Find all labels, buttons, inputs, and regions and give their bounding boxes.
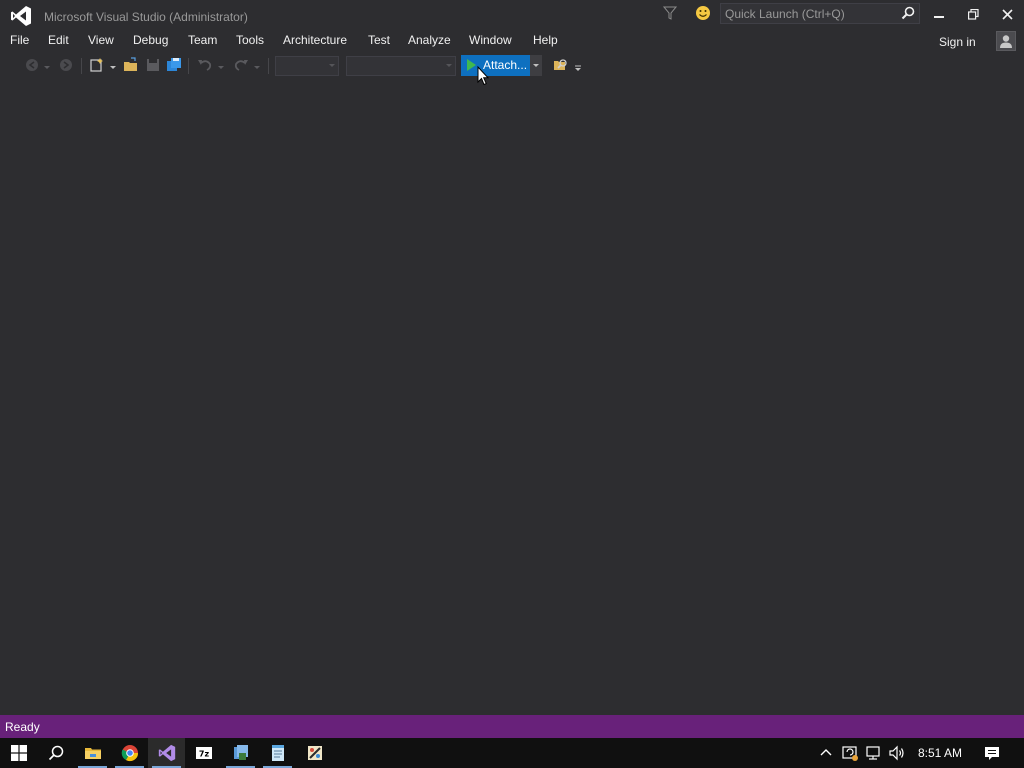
menu-help[interactable]: Help (533, 33, 558, 47)
menu-bar: File Edit View Debug Team Tools Architec… (0, 30, 1024, 52)
toolbar-separator (188, 58, 189, 74)
chrome-icon (121, 745, 138, 762)
visual-studio-logo-icon (11, 6, 31, 26)
start-play-icon (467, 59, 476, 71)
notifications-filter-icon[interactable] (663, 5, 677, 21)
paint-tool-icon (307, 746, 322, 760)
menu-team[interactable]: Team (188, 33, 217, 47)
taskbar-notepad[interactable] (259, 738, 296, 768)
title-bar: Microsoft Visual Studio (Administrator) (0, 0, 1024, 30)
account-avatar-icon (1000, 35, 1012, 48)
navigate-forward-icon[interactable] (58, 57, 74, 73)
taskbar-app-installer[interactable] (222, 738, 259, 768)
7zip-icon: 7z (195, 747, 212, 759)
sign-in-link[interactable]: Sign in (939, 35, 976, 49)
file-explorer-icon (84, 748, 101, 759)
attach-debugger-button[interactable]: Attach... (461, 55, 530, 76)
taskbar-file-explorer[interactable] (74, 738, 111, 768)
windows-taskbar: 7z 8:51 AM (0, 738, 1024, 768)
restore-icon (967, 8, 979, 20)
volume-icon[interactable] (888, 744, 906, 762)
start-button[interactable] (0, 738, 37, 768)
chevron-down-icon (533, 64, 539, 67)
new-project-icon[interactable] (89, 57, 105, 73)
chevron-down-icon (329, 64, 335, 67)
account-button[interactable] (996, 31, 1016, 51)
redo-icon[interactable] (233, 57, 249, 73)
save-all-icon[interactable] (166, 57, 182, 73)
search-icon[interactable] (901, 6, 915, 20)
back-dropdown-chevron-icon[interactable] (42, 57, 52, 73)
redo-dropdown-chevron-icon[interactable] (252, 57, 262, 73)
menu-edit[interactable]: Edit (48, 33, 69, 47)
action-center-icon[interactable] (983, 744, 1001, 762)
open-file-icon[interactable] (123, 57, 139, 73)
status-text: Ready (5, 720, 40, 734)
minimize-icon (934, 16, 944, 18)
taskbar-7zip[interactable]: 7z (185, 738, 222, 768)
menu-analyze[interactable]: Analyze (408, 33, 451, 47)
taskbar-search-button[interactable] (37, 738, 74, 768)
search-icon (48, 745, 63, 761)
undo-icon[interactable] (197, 57, 213, 73)
windows-logo-icon (10, 745, 27, 761)
navigate-back-icon[interactable] (24, 57, 40, 73)
menu-window[interactable]: Window (469, 33, 512, 47)
solution-platforms-combo[interactable] (346, 56, 456, 76)
close-button[interactable] (990, 0, 1024, 28)
find-in-files-icon[interactable] (553, 57, 569, 73)
show-hidden-icons-chevron-icon[interactable] (817, 744, 835, 762)
new-project-dropdown-chevron-icon[interactable] (108, 57, 118, 73)
notepad-icon (271, 745, 284, 761)
status-bar: Ready (0, 715, 1024, 738)
menu-view[interactable]: View (88, 33, 114, 47)
menu-tools[interactable]: Tools (236, 33, 264, 47)
menu-file[interactable]: File (10, 33, 29, 47)
visual-studio-icon (158, 744, 175, 762)
attach-button-label: Attach... (483, 58, 528, 72)
solution-configurations-combo[interactable] (275, 56, 339, 76)
menu-test[interactable]: Test (368, 33, 390, 47)
taskbar-visual-studio[interactable] (148, 738, 185, 768)
close-icon (1001, 8, 1013, 20)
menu-architecture[interactable]: Architecture (283, 33, 347, 47)
attach-dropdown-button[interactable] (530, 55, 542, 76)
windows-update-icon[interactable] (841, 744, 859, 762)
svg-text:7z: 7z (198, 750, 209, 759)
installer-package-icon (233, 745, 248, 760)
network-icon[interactable] (865, 744, 883, 762)
toolbar-separator (268, 58, 269, 74)
taskbar-paint-tool[interactable] (296, 738, 333, 768)
feedback-smiley-icon[interactable] (695, 5, 711, 21)
minimize-button[interactable] (922, 0, 956, 28)
toolbar-separator (81, 58, 82, 74)
save-icon[interactable] (145, 57, 161, 73)
window-title: Microsoft Visual Studio (Administrator) (44, 10, 248, 24)
quick-launch-input[interactable] (725, 5, 897, 22)
undo-dropdown-chevron-icon[interactable] (216, 57, 226, 73)
chevron-down-icon (446, 64, 452, 67)
toolbar-overflow-icon[interactable] (573, 57, 583, 73)
menu-debug[interactable]: Debug (133, 33, 168, 47)
quick-launch-box[interactable] (720, 3, 920, 24)
restore-button[interactable] (956, 0, 990, 28)
editor-workspace (0, 80, 1024, 715)
taskbar-chrome[interactable] (111, 738, 148, 768)
taskbar-clock[interactable]: 8:51 AM (918, 746, 962, 760)
